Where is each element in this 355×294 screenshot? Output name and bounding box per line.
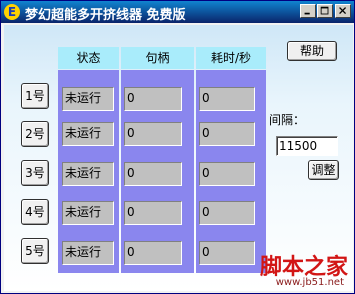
account-3-button[interactable]: 3号	[21, 160, 49, 186]
watermark-url: www.jb51.net	[275, 277, 344, 288]
adjust-button[interactable]: 调整	[308, 160, 339, 180]
account-5-button[interactable]: 5号	[21, 238, 49, 264]
time-field-4[interactable]: 0	[199, 201, 255, 225]
account-1-button[interactable]: 1号	[21, 83, 49, 109]
help-button[interactable]: 帮助	[287, 41, 337, 61]
header-handle: 句柄	[121, 47, 194, 69]
status-cell-3: 未运行	[62, 162, 114, 186]
status-cell-2: 未运行	[62, 122, 114, 146]
minimize-button[interactable]	[300, 4, 316, 18]
close-icon	[339, 7, 347, 15]
site-watermark: 脚本之家 www.jb51.net	[228, 249, 348, 291]
window-title: 梦幻超能多开挤线器 免费版	[25, 8, 186, 23]
app-window: E 梦幻超能多开挤线器 免费版 帮助 状态 句柄 耗时/秒 1号 未运行 0 0…	[0, 0, 355, 294]
handle-field-4[interactable]: 0	[124, 201, 182, 225]
time-field-1[interactable]: 0	[199, 87, 255, 111]
header-status: 状态	[58, 47, 119, 69]
minimize-icon	[304, 12, 310, 15]
time-field-3[interactable]: 0	[199, 162, 255, 186]
status-cell-1: 未运行	[62, 87, 114, 111]
account-4-button[interactable]: 4号	[21, 199, 49, 225]
interval-label: 间隔：	[269, 113, 306, 127]
handle-field-1[interactable]: 0	[124, 87, 182, 111]
maximize-icon	[320, 6, 329, 15]
title-bar[interactable]: E 梦幻超能多开挤线器 免费版	[1, 1, 354, 23]
handle-field-5[interactable]: 0	[124, 241, 182, 265]
maximize-button[interactable]	[317, 4, 333, 18]
status-cell-5: 未运行	[62, 241, 114, 265]
time-field-2[interactable]: 0	[199, 122, 255, 146]
handle-field-3[interactable]: 0	[124, 162, 182, 186]
close-button[interactable]	[335, 4, 351, 18]
handle-field-2[interactable]: 0	[124, 122, 182, 146]
header-time: 耗时/秒	[196, 47, 266, 69]
interval-input[interactable]: 11500	[276, 136, 338, 156]
app-icon: E	[4, 4, 20, 20]
account-2-button[interactable]: 2号	[21, 121, 49, 147]
status-cell-4: 未运行	[62, 201, 114, 225]
